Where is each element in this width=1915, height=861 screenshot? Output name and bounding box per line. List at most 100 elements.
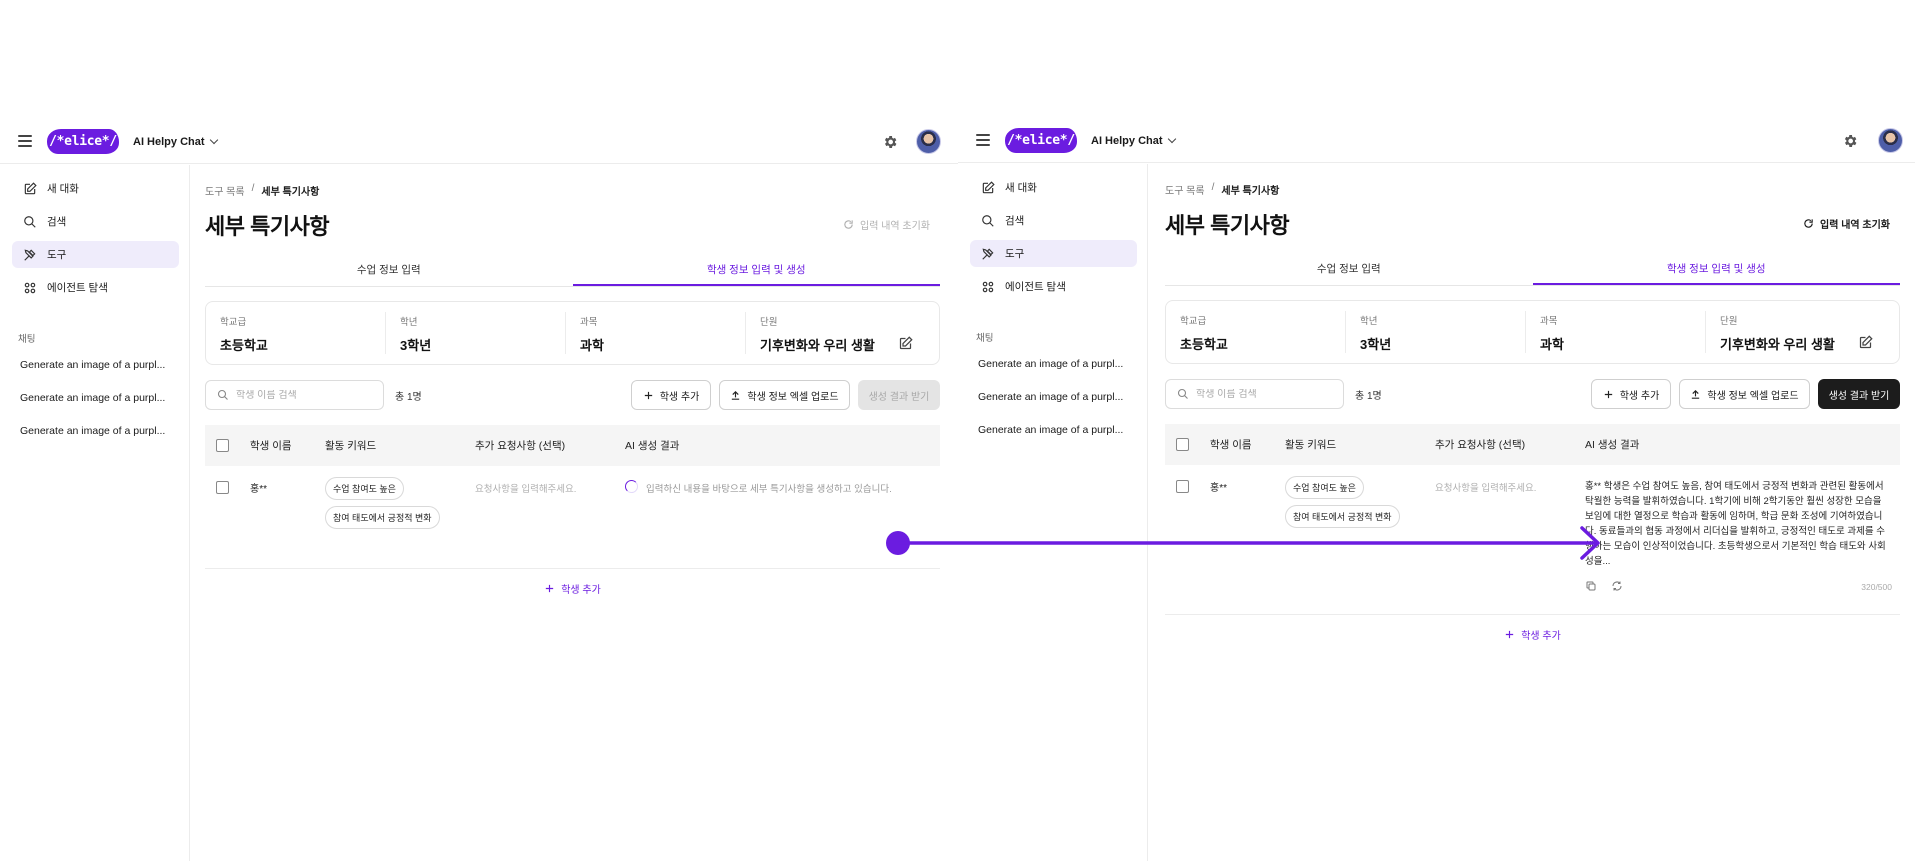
info-label: 학년	[1360, 316, 1378, 327]
tools-icon	[24, 249, 36, 261]
reset-history-button[interactable]: 입력 내역 초기화	[1803, 216, 1890, 231]
sidebar-item-tools[interactable]: 도구	[12, 241, 179, 268]
workspace-selector[interactable]: AI Helpy Chat	[133, 132, 218, 152]
student-search-input[interactable]	[236, 389, 376, 401]
info-value: 3학년	[400, 338, 432, 353]
add-student-button[interactable]: 학생 추가	[1591, 379, 1671, 409]
sidebar-item-tools[interactable]: 도구	[970, 240, 1137, 267]
regenerate-icon[interactable]	[1611, 580, 1623, 592]
get-results-button[interactable]: 생성 결과 받기	[1818, 379, 1900, 409]
edit-icon[interactable]	[1858, 335, 1873, 350]
sidebar-item-search[interactable]: 검색	[12, 208, 179, 235]
grid-icon	[24, 282, 36, 293]
keyword-chip[interactable]: 참여 태도에서 긍정적 변화	[325, 506, 440, 529]
info-label: 과목	[580, 317, 598, 328]
copy-icon[interactable]	[1585, 580, 1597, 592]
breadcrumb-parent[interactable]: 도구 목록	[1165, 182, 1205, 197]
header-ai-result: AI 생성 결과	[1585, 439, 1640, 451]
upload-excel-button[interactable]: 학생 정보 엑셀 업로드	[1679, 379, 1810, 409]
keyword-list: 수업 참여도 높은 참여 태도에서 긍정적 변화	[1285, 465, 1435, 614]
keyword-chip[interactable]: 참여 태도에서 긍정적 변화	[1285, 505, 1400, 528]
loading-indicator: 입력하신 내용을 바탕으로 세부 특기사항을 생성하고 있습니다.	[625, 466, 940, 495]
student-name: 홍**	[250, 484, 267, 495]
add-student-link-label: 학생 추가	[561, 585, 601, 596]
menu-icon[interactable]	[976, 134, 990, 146]
avatar[interactable]	[916, 129, 941, 154]
search-icon	[982, 214, 994, 227]
chat-section-label: 채팅	[18, 334, 36, 345]
elice-logo[interactable]: /*elice*/	[47, 129, 119, 154]
request-input[interactable]: 요청사항을 입력해주세요.	[1435, 465, 1585, 614]
sidebar-item-label: 도구	[1005, 248, 1025, 260]
breadcrumb-current: 세부 특기사항	[261, 187, 320, 198]
header-name: 학생 이름	[250, 440, 292, 452]
reset-label: 입력 내역 초기화	[1820, 220, 1890, 231]
chat-section-label: 채팅	[976, 333, 994, 344]
ai-result-text[interactable]: 홍** 학생은 수업 참여도 높음, 참여 태도에서 긍정적 변화과 관련된 활…	[1585, 479, 1892, 569]
breadcrumb-parent[interactable]: 도구 목록	[205, 183, 245, 198]
chat-history-item[interactable]: Generate an image of a purpl...	[20, 359, 170, 371]
add-student-link[interactable]: 학생 추가	[205, 581, 940, 596]
keyword-chip[interactable]: 수업 참여도 높은	[325, 477, 404, 500]
sidebar-item-new-chat[interactable]: 새 대화	[970, 174, 1137, 201]
tab-student-info[interactable]: 학생 정보 입력 및 생성	[572, 255, 940, 286]
student-name: 홍**	[1210, 483, 1227, 494]
upload-excel-button[interactable]: 학생 정보 엑셀 업로드	[719, 380, 850, 410]
chat-history-item[interactable]: Generate an image of a purpl...	[20, 425, 170, 437]
keyword-chip[interactable]: 수업 참여도 높은	[1285, 476, 1364, 499]
refresh-icon	[844, 220, 853, 229]
sidebar-item-label: 새 대화	[1005, 182, 1037, 194]
request-input[interactable]: 요청사항을 입력해주세요.	[475, 466, 625, 568]
search-icon	[1177, 388, 1188, 399]
select-all-checkbox[interactable]	[216, 439, 229, 452]
sidebar-item-agents[interactable]: 에이전트 탐색	[12, 274, 179, 301]
info-grade: 학년 3학년	[1345, 311, 1525, 353]
sidebar-item-agents[interactable]: 에이전트 탐색	[970, 273, 1137, 300]
student-table: 학생 이름 활동 키워드 추가 요청사항 (선택) AI 생성 결과 홍** 수…	[1165, 424, 1900, 642]
plus-icon	[644, 391, 652, 399]
tab-class-info[interactable]: 수업 정보 입력	[1165, 254, 1533, 285]
elice-logo[interactable]: /*elice*/	[1005, 128, 1077, 153]
chat-history-item[interactable]: Generate an image of a purpl...	[978, 391, 1128, 403]
add-student-link[interactable]: 학생 추가	[1165, 627, 1900, 642]
chat-history-item[interactable]: Generate an image of a purpl...	[978, 358, 1128, 370]
tab-bar: 수업 정보 입력 학생 정보 입력 및 생성	[205, 255, 940, 287]
info-value: 초등학교	[1180, 337, 1228, 352]
add-student-label: 학생 추가	[659, 391, 700, 403]
select-all-checkbox[interactable]	[1176, 438, 1189, 451]
row-checkbox[interactable]	[1176, 480, 1189, 493]
workspace-selector[interactable]: AI Helpy Chat	[1091, 131, 1176, 151]
table-row: 홍** 수업 참여도 높은 참여 태도에서 긍정적 변화 요청사항을 입력해주세…	[1165, 465, 1900, 615]
gear-icon[interactable]	[1842, 133, 1858, 149]
get-results-button[interactable]: 생성 결과 받기	[858, 380, 940, 410]
spinner-icon	[625, 480, 638, 493]
chat-history-item[interactable]: Generate an image of a purpl...	[20, 392, 170, 404]
student-toolbar: 총 1명 학생 추가 학생 정보 엑셀 업로드 생성 결과 받기	[1165, 379, 1900, 409]
info-value: 초등학교	[220, 338, 268, 353]
tab-student-info[interactable]: 학생 정보 입력 및 생성	[1532, 254, 1900, 285]
sidebar-item-label: 새 대화	[47, 183, 79, 195]
sidebar-item-label: 에이전트 탐색	[1005, 281, 1066, 293]
gear-icon[interactable]	[882, 134, 898, 150]
chevron-down-icon	[1167, 134, 1176, 144]
reset-history-button[interactable]: 입력 내역 초기화	[843, 217, 930, 232]
sidebar-item-new-chat[interactable]: 새 대화	[12, 175, 179, 202]
tab-class-info[interactable]: 수업 정보 입력	[205, 255, 573, 286]
info-value: 과학	[1540, 337, 1564, 352]
header-keywords: 활동 키워드	[1285, 439, 1337, 451]
avatar[interactable]	[1878, 128, 1903, 153]
info-school-level: 학교급 초등학교	[1180, 311, 1345, 353]
edit-icon[interactable]	[898, 336, 913, 351]
sidebar-item-search[interactable]: 검색	[970, 207, 1137, 234]
sidebar: 새 대화 검색 도구 에이전트 탐색 채팅 Generate an image …	[0, 165, 190, 861]
chat-history-item[interactable]: Generate an image of a purpl...	[978, 424, 1128, 436]
student-search-box[interactable]	[1165, 379, 1344, 409]
info-label: 학교급	[220, 317, 247, 328]
menu-icon[interactable]	[18, 135, 32, 147]
breadcrumb-separator: /	[1211, 182, 1215, 193]
row-checkbox[interactable]	[216, 481, 229, 494]
upload-icon	[1692, 389, 1700, 399]
add-student-button[interactable]: 학생 추가	[631, 380, 711, 410]
student-search-input[interactable]	[1196, 388, 1336, 400]
student-search-box[interactable]	[205, 380, 384, 410]
